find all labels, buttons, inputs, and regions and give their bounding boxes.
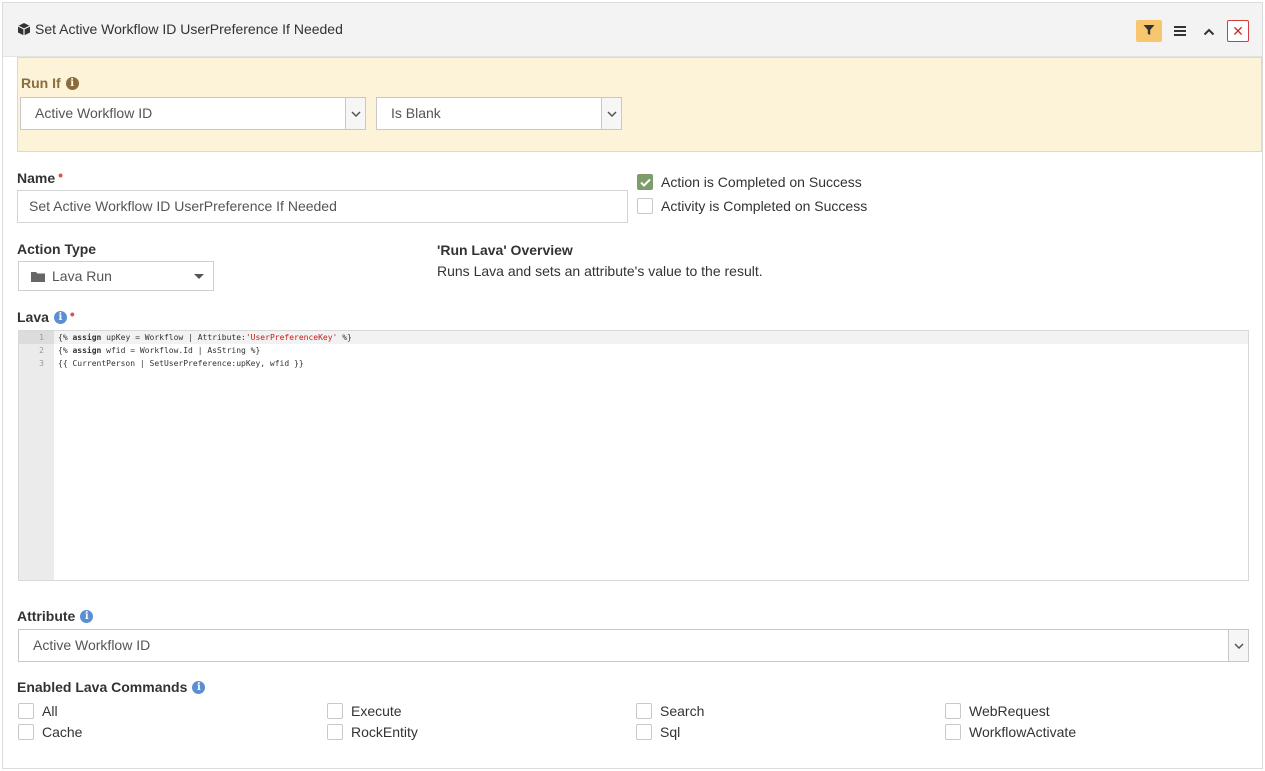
- caret-down-icon: [194, 274, 204, 279]
- line-number-gutter: 1 2 3: [19, 331, 54, 580]
- name-input[interactable]: Set Active Workflow ID UserPreference If…: [17, 190, 628, 223]
- run-if-label-text: Run If: [21, 75, 61, 91]
- run-if-comparison-value: Is Blank: [391, 105, 441, 121]
- code-line[interactable]: {% assign wfid = Workflow.Id | AsString …: [54, 344, 1248, 357]
- required-indicator: •: [58, 167, 64, 183]
- panel-header[interactable]: Set Active Workflow ID UserPreference If…: [3, 3, 1262, 57]
- reorder-button[interactable]: [1167, 20, 1193, 42]
- name-label: Name •: [17, 167, 64, 186]
- bars-icon: [1174, 23, 1186, 39]
- line-number: 1: [19, 331, 54, 344]
- code-token: %}: [337, 333, 352, 342]
- line-number: 2: [39, 346, 44, 355]
- chevron-up-icon: [1203, 23, 1215, 39]
- chevron-down-icon: [601, 98, 621, 129]
- checkbox-icon[interactable]: [636, 703, 652, 719]
- checkbox-icon[interactable]: [637, 198, 653, 214]
- checkbox-icon[interactable]: [18, 724, 34, 740]
- attribute-label: Attribute i: [17, 608, 94, 624]
- lava-command-label: WebRequest: [969, 703, 1050, 719]
- code-keyword: assign: [72, 346, 102, 355]
- code-lines[interactable]: {% assign upKey = Workflow | Attribute:'…: [54, 331, 1248, 370]
- activity-completed-checkbox[interactable]: Activity is Completed on Success: [637, 198, 867, 214]
- lava-command-rockentity[interactable]: RockEntity: [327, 724, 418, 740]
- required-indicator: •: [69, 306, 75, 322]
- chevron-down-icon: [345, 98, 365, 129]
- activity-completed-label: Activity is Completed on Success: [661, 198, 868, 214]
- lava-command-execute[interactable]: Execute: [327, 703, 402, 719]
- filter-button[interactable]: [1136, 20, 1162, 42]
- info-icon[interactable]: i: [65, 76, 79, 90]
- lava-command-label: Cache: [42, 724, 83, 740]
- lava-code-editor[interactable]: 1 2 3 {% assign upKey = Workflow | Attri…: [18, 330, 1249, 581]
- lava-label: Lava i •: [17, 306, 75, 325]
- action-panel: Set Active Workflow ID UserPreference If…: [2, 2, 1263, 769]
- code-token: wfid = Workflow.Id | AsString %}: [101, 346, 261, 355]
- name-label-text: Name: [17, 170, 56, 186]
- lava-command-webrequest[interactable]: WebRequest: [945, 703, 1050, 719]
- checkbox-icon[interactable]: [18, 703, 34, 719]
- chevron-down-icon: [1228, 630, 1248, 661]
- code-line[interactable]: {% assign upKey = Workflow | Attribute:'…: [54, 331, 1248, 344]
- checkbox-icon[interactable]: [327, 703, 343, 719]
- filter-icon: [1143, 23, 1155, 39]
- close-icon: ✕: [1232, 23, 1244, 39]
- lava-command-sql[interactable]: Sql: [636, 724, 680, 740]
- lava-command-label: Execute: [351, 703, 402, 719]
- checkbox-icon[interactable]: [945, 724, 961, 740]
- checkbox-icon[interactable]: [636, 724, 652, 740]
- panel-title: Set Active Workflow ID UserPreference If…: [17, 21, 343, 37]
- action-completed-checkbox[interactable]: Action is Completed on Success: [637, 174, 862, 190]
- run-if-section: Run If i Active Workflow ID Is Blank: [17, 57, 1262, 152]
- run-if-attribute-select[interactable]: Active Workflow ID: [20, 97, 366, 130]
- checkbox-checked-icon[interactable]: [637, 174, 653, 190]
- overview-title: 'Run Lava' Overview: [437, 242, 573, 258]
- code-line[interactable]: {{ CurrentPerson | SetUserPreference:upK…: [54, 357, 1248, 370]
- line-number: 3: [39, 359, 44, 368]
- overview-description: Runs Lava and sets an attribute's value …: [437, 263, 763, 279]
- code-token: {%: [58, 333, 73, 342]
- action-type-label-text: Action Type: [17, 241, 97, 257]
- lava-command-label: RockEntity: [351, 724, 418, 740]
- attribute-select[interactable]: Active Workflow ID: [18, 629, 1249, 662]
- info-icon[interactable]: i: [80, 609, 94, 623]
- code-token: upKey = Workflow | Attribute:: [101, 333, 246, 342]
- attribute-select-value: Active Workflow ID: [33, 637, 151, 653]
- folder-icon: [31, 271, 45, 282]
- collapse-button[interactable]: [1196, 20, 1222, 42]
- lava-command-workflowactivate[interactable]: WorkflowActivate: [945, 724, 1076, 740]
- attribute-label-text: Attribute: [17, 608, 76, 624]
- action-completed-label: Action is Completed on Success: [661, 174, 862, 190]
- name-input-value: Set Active Workflow ID UserPreference If…: [29, 198, 337, 214]
- action-type-label: Action Type: [17, 241, 96, 257]
- lava-command-all[interactable]: All: [18, 703, 58, 719]
- action-type-picker[interactable]: Lava Run: [18, 261, 214, 291]
- lava-command-label: Sql: [660, 724, 681, 740]
- code-keyword: assign: [72, 333, 102, 342]
- delete-button[interactable]: ✕: [1227, 20, 1249, 42]
- run-if-attribute-value: Active Workflow ID: [35, 105, 153, 121]
- lava-commands-label-text: Enabled Lava Commands: [17, 679, 188, 695]
- code-string: 'UserPreferenceKey': [245, 333, 338, 342]
- run-if-comparison-select[interactable]: Is Blank: [376, 97, 622, 130]
- lava-command-label: Search: [660, 703, 705, 719]
- info-icon[interactable]: i: [192, 680, 206, 694]
- lava-command-label: WorkflowActivate: [969, 724, 1077, 740]
- run-if-label: Run If i: [21, 75, 79, 91]
- cube-icon: [17, 22, 31, 36]
- lava-commands-label: Enabled Lava Commands i: [17, 679, 206, 695]
- lava-command-cache[interactable]: Cache: [18, 724, 82, 740]
- lava-label-text: Lava: [17, 309, 49, 325]
- panel-title-text: Set Active Workflow ID UserPreference If…: [35, 21, 343, 37]
- info-icon[interactable]: i: [53, 310, 67, 324]
- checkbox-icon[interactable]: [327, 724, 343, 740]
- code-token: {%: [58, 346, 73, 355]
- lava-command-label: All: [42, 703, 58, 719]
- lava-command-search[interactable]: Search: [636, 703, 704, 719]
- action-type-value: Lava Run: [52, 268, 112, 284]
- checkbox-icon[interactable]: [945, 703, 961, 719]
